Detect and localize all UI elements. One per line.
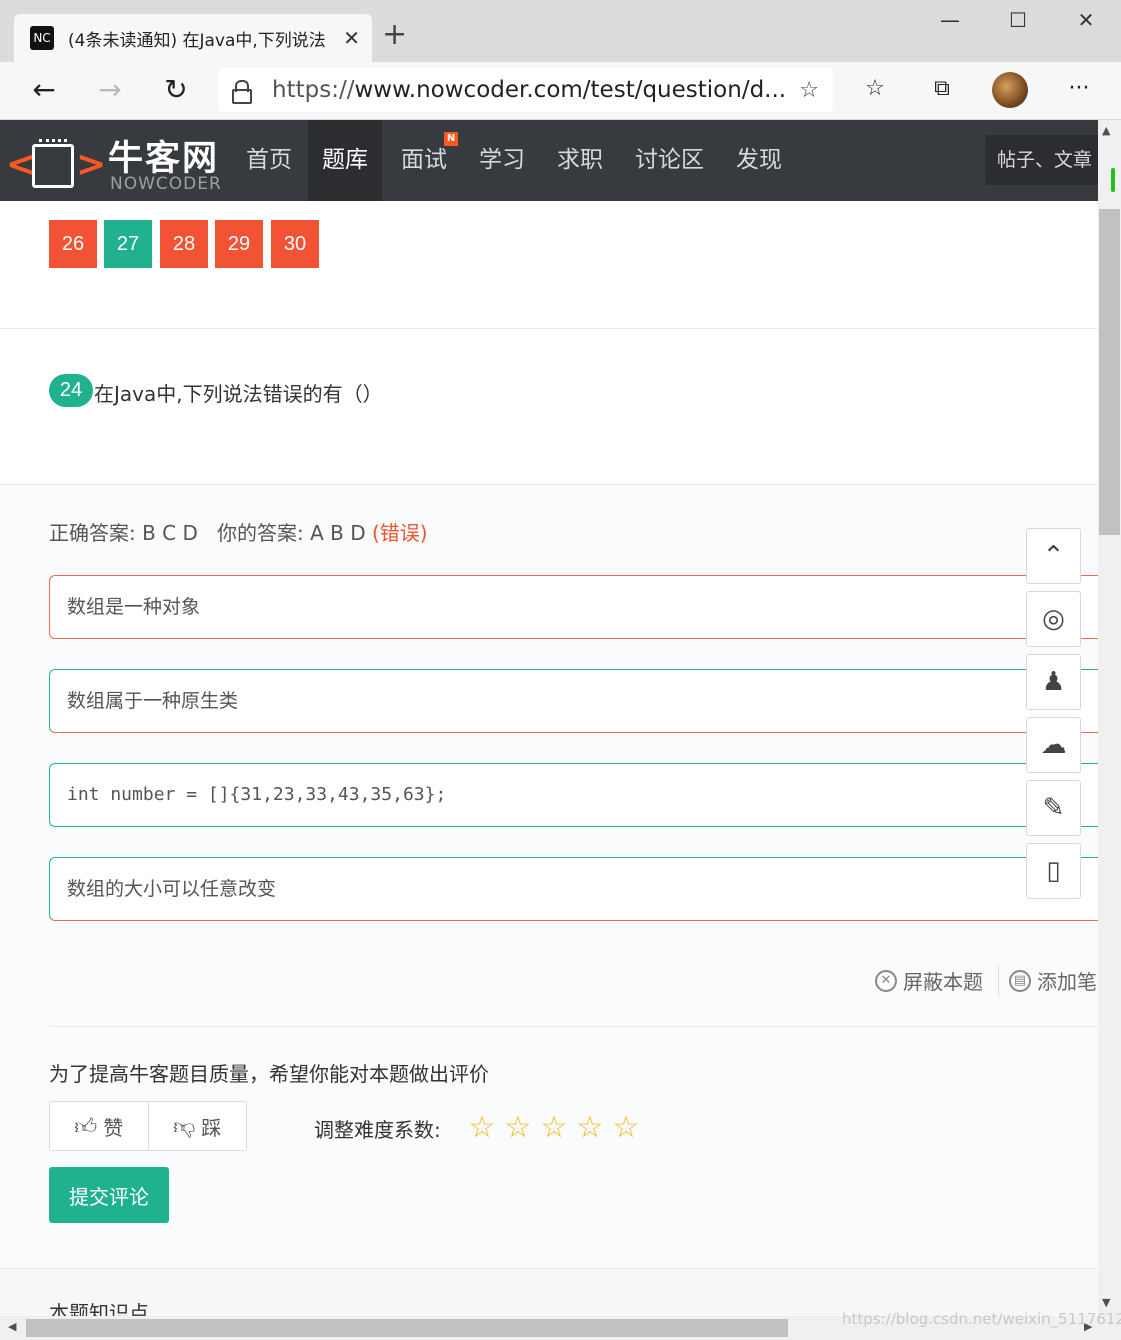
answer-verdict: (错误) bbox=[371, 521, 428, 545]
nav-jobs[interactable]: 求职 bbox=[543, 120, 617, 201]
url-text[interactable]: https://www.nowcoder.com/test/question/d… bbox=[272, 77, 799, 103]
thumbs-up-icon: 👍︎ bbox=[74, 1114, 98, 1140]
question-nav-item[interactable]: 26 bbox=[49, 220, 97, 268]
star-icon[interactable]: ☆ bbox=[572, 1110, 608, 1146]
new-tab-button[interactable]: + bbox=[382, 20, 407, 50]
tab-title: (4条未读通知) 在Java中,下列说法 bbox=[68, 30, 326, 51]
vertical-scroll-thumb[interactable] bbox=[1099, 209, 1120, 535]
question-nav-item[interactable]: 29 bbox=[215, 220, 263, 268]
notebook-icon: ▤ bbox=[1009, 969, 1031, 992]
star-icon[interactable]: ☆ bbox=[464, 1110, 500, 1146]
pencil-icon: ✎ bbox=[1042, 793, 1065, 823]
share-qq-button[interactable]: ♟ bbox=[1026, 654, 1081, 710]
option-a[interactable]: 数组是一种对象 bbox=[49, 575, 1109, 639]
share-weibo-button[interactable]: ◎ bbox=[1026, 591, 1081, 647]
option-d[interactable]: 数组的大小可以任意改变 bbox=[49, 857, 1109, 921]
dislike-button[interactable]: 👎︎ 踩 bbox=[147, 1102, 247, 1150]
section-divider bbox=[0, 328, 1098, 329]
add-note-label: 添加笔 bbox=[1037, 970, 1097, 994]
dislike-label: 踩 bbox=[201, 1115, 222, 1140]
rating-divider bbox=[49, 1026, 1098, 1027]
back-button[interactable]: ← bbox=[24, 74, 64, 106]
question-text: 在Java中,下列说法错误的有（） bbox=[94, 382, 383, 406]
weibo-icon: ◎ bbox=[1042, 604, 1065, 634]
scroll-down-arrow-icon[interactable]: ▼ bbox=[1102, 1296, 1110, 1309]
nav-home[interactable]: 首页 bbox=[232, 120, 306, 201]
like-button[interactable]: 👍︎ 赞 bbox=[50, 1102, 148, 1150]
back-to-top-button[interactable]: ⌃ bbox=[1026, 528, 1081, 584]
answer-summary: 正确答案: B C D 你的答案: A B D (错误) bbox=[49, 517, 428, 546]
logo-bracket-right: > bbox=[76, 144, 107, 185]
utility-separator bbox=[998, 966, 999, 996]
submit-comment-button[interactable]: 提交评论 bbox=[49, 1167, 169, 1223]
star-icon[interactable]: ☆ bbox=[500, 1110, 536, 1146]
option-c[interactable]: int number = []{31,23,33,43,35,63}; bbox=[49, 763, 1109, 827]
minimize-button[interactable]: — bbox=[935, 8, 965, 32]
question-nav-item[interactable]: 27 bbox=[104, 220, 152, 268]
add-note-link[interactable]: ▤ 添加笔 bbox=[1009, 966, 1097, 995]
collections-icon[interactable]: ⧉ bbox=[925, 76, 959, 101]
tab-favicon-icon: NC bbox=[30, 26, 54, 50]
chevron-up-icon: ⌃ bbox=[1042, 541, 1065, 571]
mobile-view-button[interactable]: ▯ bbox=[1026, 843, 1081, 899]
scroll-up-arrow-icon[interactable]: ▲ bbox=[1102, 124, 1110, 137]
block-question-label: 屏蔽本题 bbox=[903, 970, 983, 994]
forward-button[interactable]: → bbox=[90, 74, 130, 106]
edit-feedback-button[interactable]: ✎ bbox=[1026, 780, 1081, 836]
settings-menu-icon[interactable]: ··· bbox=[1062, 76, 1096, 101]
question-number-badge: 24 bbox=[49, 374, 93, 407]
nowcoder-logo-icon[interactable]: < > bbox=[6, 132, 106, 194]
share-wechat-button[interactable]: ☁ bbox=[1026, 717, 1081, 773]
like-label: 赞 bbox=[103, 1115, 124, 1140]
star-icon[interactable]: ☆ bbox=[536, 1110, 572, 1146]
header-search-input[interactable]: 帖子、文章 bbox=[985, 135, 1098, 185]
knowledge-section bbox=[0, 1268, 1098, 1316]
star-icon[interactable]: ☆ bbox=[608, 1110, 644, 1146]
horizontal-scroll-thumb[interactable] bbox=[26, 1319, 788, 1337]
url-protocol: https:// bbox=[272, 77, 355, 103]
maximize-button[interactable]: ☐ bbox=[1003, 8, 1033, 32]
vote-group: 👍︎ 赞 👎︎ 踩 bbox=[49, 1101, 247, 1151]
new-badge: N bbox=[444, 132, 458, 146]
nav-forum[interactable]: 讨论区 bbox=[621, 120, 718, 201]
question-nav-item[interactable]: 28 bbox=[160, 220, 208, 268]
block-question-link[interactable]: ✕ 屏蔽本题 bbox=[875, 966, 983, 995]
difficulty-label: 调整难度系数: bbox=[314, 1118, 441, 1142]
knowledge-title: 本题知识点 bbox=[49, 1301, 149, 1316]
address-bar[interactable]: https://www.nowcoder.com/test/question/d… bbox=[218, 68, 833, 112]
mobile-icon: ▯ bbox=[1046, 856, 1061, 886]
close-window-button[interactable]: ✕ bbox=[1071, 8, 1101, 32]
watermark: https://blog.csdn.net/weixin_51176129 bbox=[842, 1310, 1121, 1328]
url-path: www.nowcoder.com/test/question/d... bbox=[354, 77, 787, 103]
lock-icon[interactable] bbox=[232, 80, 252, 104]
tab-close-icon[interactable]: ✕ bbox=[343, 26, 360, 50]
nav-question-bank[interactable]: 题库 bbox=[308, 120, 382, 201]
favorites-icon[interactable]: ☆ bbox=[858, 76, 892, 101]
scroll-left-arrow-icon[interactable]: ◀ bbox=[8, 1320, 16, 1333]
question-nav-item[interactable]: 30 bbox=[271, 220, 319, 268]
browser-tab[interactable]: NC (4条未读通知) 在Java中,下列说法 ✕ bbox=[14, 14, 372, 62]
logo-subtext: NOWCODER bbox=[110, 174, 222, 194]
scroll-indicator bbox=[1111, 168, 1115, 192]
nav-discover[interactable]: 发现 bbox=[722, 120, 796, 201]
wechat-icon: ☁ bbox=[1040, 730, 1067, 760]
browser-toolbar: ← → ↻ https://www.nowcoder.com/test/ques… bbox=[0, 62, 1121, 120]
profile-avatar[interactable] bbox=[992, 72, 1028, 108]
favorite-star-icon[interactable]: ☆ bbox=[799, 78, 819, 103]
correct-answer: 正确答案: B C D bbox=[49, 521, 198, 545]
rating-prompt: 为了提高牛客题目质量，希望你能对本题做出评价 bbox=[49, 1062, 489, 1086]
difficulty-stars: ☆ ☆ ☆ ☆ ☆ bbox=[464, 1110, 644, 1146]
reload-button[interactable]: ↻ bbox=[156, 74, 196, 106]
option-b[interactable]: 数组属于一种原生类 bbox=[49, 669, 1109, 733]
close-circle-icon: ✕ bbox=[875, 969, 897, 992]
thumbs-down-icon: 👎︎ bbox=[173, 1114, 196, 1140]
logo-sheet bbox=[32, 139, 74, 188]
your-answer: 你的答案: A B D bbox=[216, 521, 366, 545]
nav-learn[interactable]: 学习 bbox=[465, 120, 539, 201]
qq-icon: ♟ bbox=[1041, 667, 1066, 697]
